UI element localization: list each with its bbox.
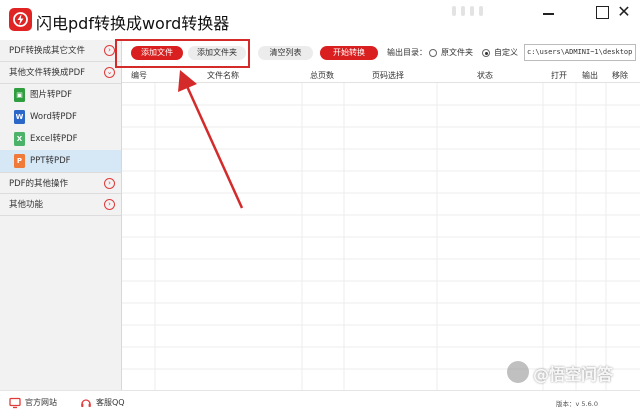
sidebar-category-label: 其他文件转换成PDF	[9, 68, 86, 78]
output-dir-label: 输出目录：	[387, 48, 427, 57]
app-logo-icon	[9, 8, 32, 31]
radio-original-folder[interactable]	[429, 49, 437, 57]
sidebar-item-image-to-pdf[interactable]: ▣ 图片转PDF	[0, 84, 121, 106]
output-path-input[interactable]: c:\users\ADMINI~1\desktop	[524, 44, 636, 61]
chevron-right-circle-icon: ›	[104, 45, 115, 56]
official-website-link[interactable]: 官方网站	[25, 397, 57, 409]
ppt-file-icon: P	[14, 154, 25, 168]
headset-icon	[81, 399, 91, 407]
start-convert-button[interactable]: 开始转换	[320, 46, 378, 60]
monitor-icon	[9, 397, 21, 409]
sidebar-category-label: PDF的其他操作	[9, 179, 69, 189]
watermark-logo-icon	[507, 361, 529, 383]
sidebar: PDF转换成其它文件 › 其他文件转换成PDF ⌄ ▣ 图片转PDF W Wor…	[0, 40, 122, 390]
sidebar-item-label: Word转PDF	[30, 112, 77, 122]
sidebar-category-other-to-pdf[interactable]: 其他文件转换成PDF ⌄	[0, 62, 121, 84]
sidebar-item-word-to-pdf[interactable]: W Word转PDF	[0, 106, 121, 128]
title-bar: 闪电pdf转换成word转换器 ✕	[0, 0, 640, 40]
column-header-status: 状态	[477, 71, 493, 80]
file-table-header: 编号 文件名称 总页数 页码选择 状态 打开 输出 移除	[122, 68, 640, 83]
column-header-page-select: 页码选择	[372, 71, 404, 80]
column-header-number: 编号	[131, 71, 147, 80]
radio-custom-label: 自定义	[494, 48, 518, 57]
chevron-right-circle-icon: ›	[104, 178, 115, 189]
annotation-highlight-box	[115, 39, 250, 68]
clear-list-button[interactable]: 清空列表	[258, 46, 313, 60]
close-icon[interactable]: ✕	[616, 4, 632, 20]
column-header-output: 输出	[582, 71, 598, 80]
column-header-remove: 移除	[612, 71, 628, 80]
sidebar-category-pdf-other-ops[interactable]: PDF的其他操作 ›	[0, 172, 121, 194]
column-header-pages: 总页数	[310, 71, 334, 80]
chevron-right-circle-icon: ›	[104, 199, 115, 210]
sidebar-category-label: 其他功能	[9, 200, 44, 210]
maximize-icon[interactable]	[594, 4, 610, 20]
qq-support-link[interactable]: 客服QQ	[96, 397, 125, 409]
blurred-watermark	[452, 6, 512, 18]
watermark-text: @悟空问答	[533, 365, 614, 384]
column-header-filename: 文件名称	[207, 71, 239, 80]
column-header-open: 打开	[551, 71, 567, 80]
sidebar-category-label: PDF转换成其它文件	[9, 46, 86, 56]
excel-file-icon: X	[14, 132, 25, 146]
file-list-grid[interactable]	[122, 83, 640, 390]
version-text: 版本：v 5.6.0	[556, 400, 598, 408]
sidebar-item-ppt-to-pdf[interactable]: P PPT转PDF	[0, 150, 121, 172]
sidebar-item-label: 图片转PDF	[30, 90, 73, 100]
word-file-icon: W	[14, 110, 25, 124]
sidebar-category-other-functions[interactable]: 其他功能 ›	[0, 194, 121, 216]
image-file-icon: ▣	[14, 88, 25, 102]
chevron-down-circle-icon: ⌄	[104, 67, 115, 78]
sidebar-item-label: PPT转PDF	[30, 156, 71, 166]
footer-bar: 官方网站 客服QQ 版本：v 5.6.0	[0, 390, 640, 416]
sidebar-category-pdf-to-other[interactable]: PDF转换成其它文件 ›	[0, 40, 121, 62]
minimize-icon[interactable]	[541, 4, 557, 20]
radio-custom[interactable]	[482, 49, 490, 57]
sidebar-item-excel-to-pdf[interactable]: X Excel转PDF	[0, 128, 121, 150]
radio-original-folder-label: 原文件夹	[441, 48, 473, 57]
sidebar-item-label: Excel转PDF	[30, 134, 78, 144]
app-title: 闪电pdf转换成word转换器	[36, 14, 230, 33]
